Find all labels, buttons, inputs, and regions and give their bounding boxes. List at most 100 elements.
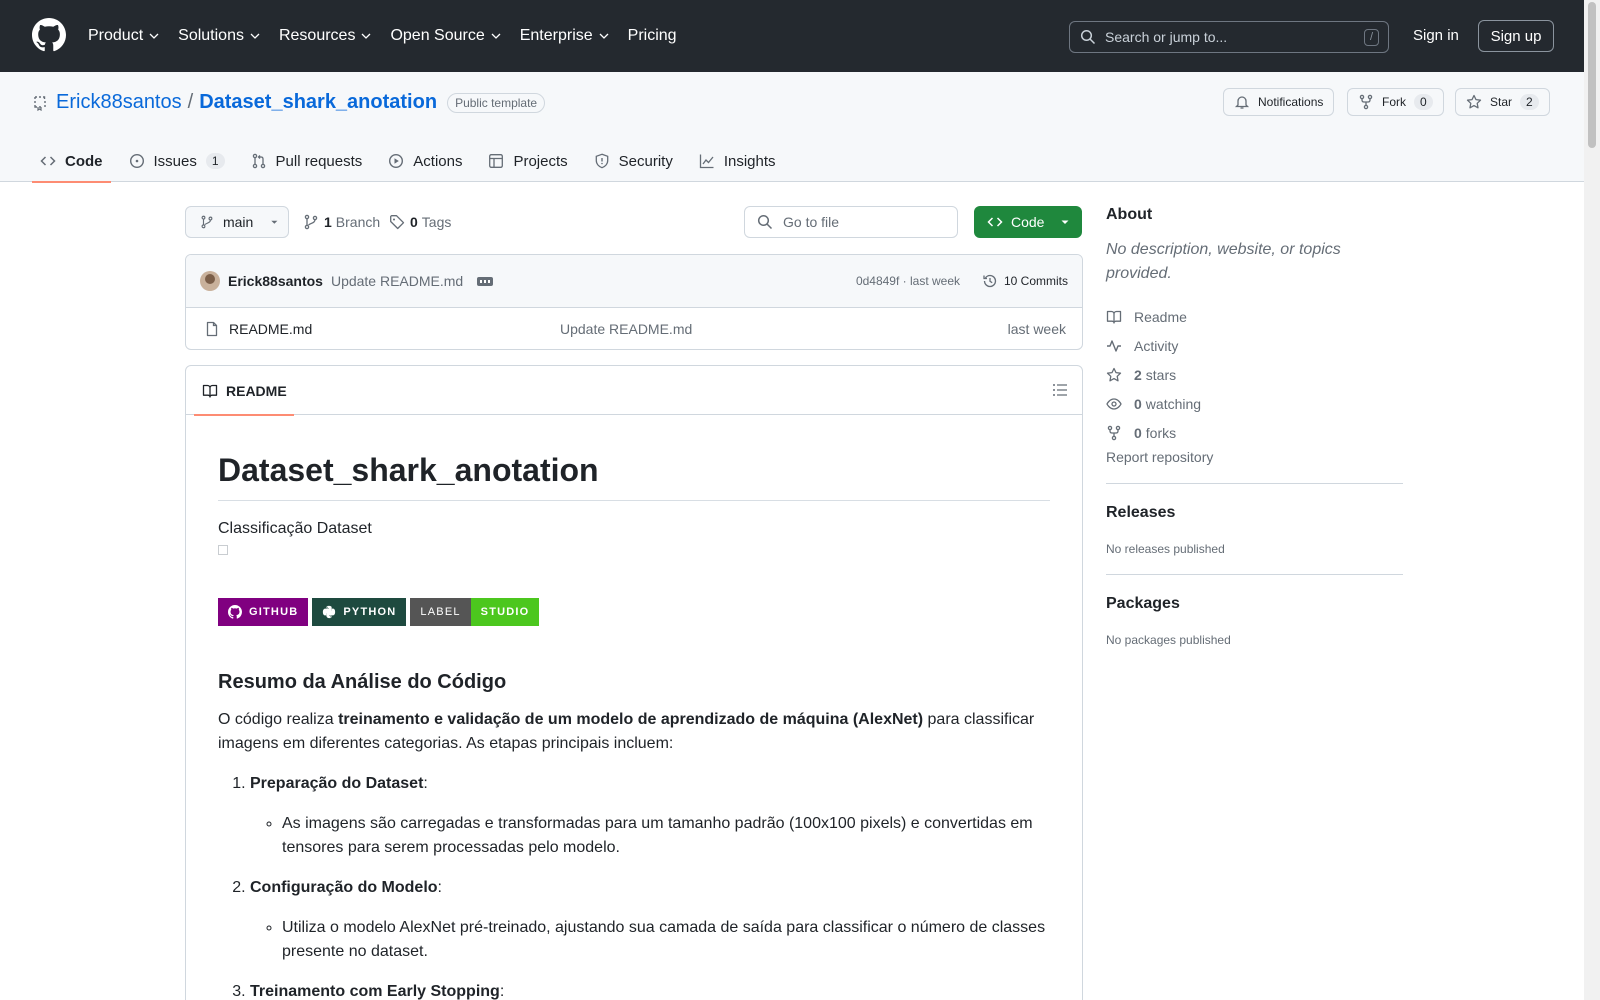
nav-resources[interactable]: Resources — [279, 27, 372, 45]
git-pull-request-icon — [252, 153, 265, 169]
github-logo-icon[interactable] — [32, 18, 66, 52]
code-download-button[interactable]: Code — [974, 206, 1082, 238]
branch-name: main — [222, 214, 254, 230]
ellipsis-icon[interactable] — [477, 276, 494, 286]
activity-link[interactable]: Activity — [1106, 331, 1403, 360]
star-icon — [1466, 94, 1482, 109]
watching-link[interactable]: 0 watching — [1106, 389, 1403, 418]
nav-enterprise[interactable]: Enterprise — [520, 27, 610, 45]
commit-message[interactable]: Update README.md — [331, 273, 463, 289]
readme-title: Dataset_shark_anotation — [218, 450, 1050, 501]
code-icon — [987, 217, 1003, 227]
branch-count: 1 — [324, 214, 332, 230]
branch-selector-button[interactable]: main — [185, 206, 289, 238]
visibility-badge: Public template — [447, 92, 546, 113]
nav-product[interactable]: Product — [88, 27, 160, 45]
divider — [1106, 574, 1403, 575]
bell-icon — [1234, 96, 1250, 109]
badge-label[interactable]: LABEL — [410, 598, 471, 626]
badge-python[interactable]: PYTHON — [312, 598, 407, 626]
star-button[interactable]: Star 2 — [1455, 88, 1550, 116]
tab-projects[interactable]: Projects — [480, 140, 575, 182]
file-name-link[interactable]: README.md — [229, 321, 312, 337]
tab-pull-requests[interactable]: Pull requests — [243, 140, 371, 182]
readme-link[interactable]: Readme — [1106, 302, 1403, 331]
badge-row: GITHUB PYTHON LABEL STUDIO — [218, 598, 1050, 626]
caret-down-icon — [271, 220, 278, 224]
releases-heading[interactable]: Releases — [1106, 504, 1403, 522]
book-icon — [1106, 310, 1122, 324]
global-header: Product Solutions Resources Open Source … — [0, 0, 1584, 72]
forks-link[interactable]: 0 forks — [1106, 418, 1403, 447]
caret-down-icon — [1061, 220, 1069, 224]
commit-author[interactable]: Erick88santos — [228, 273, 323, 289]
readme-section-heading: Resumo da Análise do Código — [218, 671, 507, 693]
chevron-down-icon — [250, 33, 260, 39]
repo-name-link[interactable]: Dataset_shark_anotation — [199, 91, 437, 114]
latest-commit-row: Erick88santos Update README.md 0d4849f ·… — [186, 255, 1082, 308]
file-commit-message[interactable]: Update README.md — [560, 321, 692, 337]
about-description: No description, website, or topics provi… — [1106, 241, 1341, 282]
tab-insights[interactable]: Insights — [691, 140, 784, 182]
go-to-file-input[interactable]: Go to file — [744, 206, 958, 238]
search-icon — [1080, 29, 1096, 45]
tags-link[interactable]: 0 Tags — [389, 214, 451, 230]
branch-bar: main 1 Branch 0 Tags Go to file Code — [185, 206, 1083, 240]
tab-readme[interactable]: README — [194, 366, 294, 416]
chevron-down-icon — [599, 33, 609, 39]
table-row[interactable]: README.md Update README.md last week — [186, 308, 1082, 349]
code-icon — [40, 156, 56, 166]
issue-opened-icon — [129, 153, 144, 169]
chevron-down-icon — [361, 33, 371, 39]
readme-subtitle: Classificação Dataset — [218, 520, 372, 537]
repo-separator: / — [187, 91, 194, 113]
nav-pricing[interactable]: Pricing — [628, 27, 677, 45]
commits-link[interactable]: 10 Commits — [982, 273, 1068, 289]
search-placeholder: Search or jump to... — [1105, 29, 1228, 45]
readme-steps: Preparação do Dataset: As imagens são ca… — [218, 772, 1050, 1000]
report-repository-link[interactable]: Report repository — [1106, 449, 1403, 465]
badge-github[interactable]: GITHUB — [218, 598, 309, 626]
fork-button[interactable]: Fork 0 — [1347, 88, 1444, 116]
page-scrollbar[interactable] — [1584, 0, 1600, 1000]
shield-icon — [595, 153, 609, 169]
scrollbar-thumb[interactable] — [1588, 2, 1596, 148]
stars-link[interactable]: 2 stars — [1106, 360, 1403, 389]
git-branch-icon — [304, 214, 318, 230]
github-logo-icon — [228, 605, 242, 619]
about-sidebar: About No description, website, or topics… — [1106, 206, 1403, 647]
history-icon — [983, 274, 997, 288]
sign-up-button[interactable]: Sign up — [1478, 20, 1554, 52]
repo-owner-link[interactable]: Erick88santos — [56, 91, 182, 114]
notifications-button[interactable]: Notifications — [1223, 88, 1335, 116]
branches-link[interactable]: 1 Branch — [303, 214, 380, 230]
tag-count: 0 — [410, 214, 418, 230]
nav-open-source[interactable]: Open Source — [390, 27, 501, 45]
git-branch-icon — [201, 215, 213, 229]
packages-heading[interactable]: Packages — [1106, 595, 1403, 613]
fork-count: 0 — [1414, 94, 1433, 110]
nav-solutions[interactable]: Solutions — [178, 27, 261, 45]
repo-template-icon — [34, 95, 46, 111]
list-item: Configuração do Modelo: Utiliza o modelo… — [250, 876, 1050, 964]
sign-in-link[interactable]: Sign in — [1413, 27, 1459, 44]
file-browser: Erick88santos Update README.md 0d4849f ·… — [185, 254, 1083, 350]
avatar[interactable] — [200, 271, 220, 291]
releases-empty: No releases published — [1106, 542, 1225, 556]
list-unordered-icon[interactable] — [1052, 382, 1068, 398]
tab-code[interactable]: Code — [32, 140, 111, 183]
python-logo-icon — [323, 605, 336, 619]
file-commit-age: last week — [1007, 320, 1066, 337]
readme-content: Dataset_shark_anotation Classificação Da… — [218, 450, 1050, 1000]
star-icon — [1106, 367, 1122, 381]
search-shortcut-key: / — [1364, 29, 1379, 46]
readme-panel: README Dataset_shark_anotation Classific… — [185, 365, 1083, 1000]
list-item: Treinamento com Early Stopping: — [250, 980, 1050, 1000]
badge-studio[interactable]: STUDIO — [470, 598, 540, 626]
tab-actions[interactable]: Actions — [380, 140, 470, 182]
tab-issues[interactable]: Issues 1 — [121, 140, 233, 182]
tab-security[interactable]: Security — [586, 140, 681, 182]
broken-image-placeholder — [218, 545, 228, 555]
commit-hash-age[interactable]: 0d4849f · last week — [856, 274, 960, 288]
search-input[interactable]: Search or jump to... / — [1069, 21, 1389, 53]
